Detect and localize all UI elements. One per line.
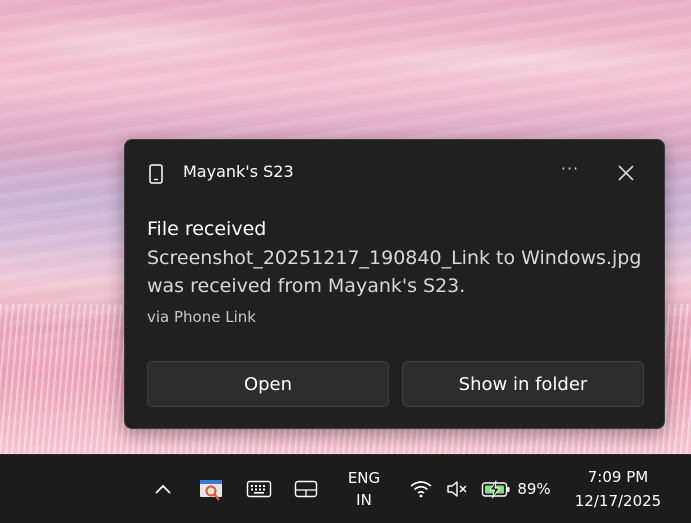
app-icon: [200, 480, 222, 501]
wifi-icon: [410, 481, 432, 498]
clock-date: 12/17/2025: [574, 492, 662, 510]
notification-body: Screenshot_20251217_190840_Link to Windo…: [147, 247, 642, 297]
close-icon[interactable]: [611, 158, 641, 188]
keyboard-icon: [246, 480, 272, 498]
language-code: ENG: [347, 469, 381, 487]
language-region: IN: [356, 491, 372, 509]
device-name: Mayank's S23: [183, 162, 294, 181]
battery-button[interactable]: [480, 476, 512, 502]
chevron-up-icon: [155, 484, 171, 494]
tablet-mode-icon: [294, 480, 318, 498]
show-in-folder-button[interactable]: Show in folder: [402, 361, 644, 407]
taskbar: ENG IN 89% 7:09 PM 12/17/2025: [0, 454, 691, 523]
more-icon: ···: [560, 159, 580, 178]
notification-title: File received: [147, 218, 267, 240]
clock-time: 7:09 PM: [587, 468, 649, 486]
show-hidden-icons-button[interactable]: [150, 477, 176, 501]
file-received-notification[interactable]: Mayank's S23 ··· File received Screensho…: [124, 139, 665, 429]
battery-charging-icon: [481, 480, 510, 499]
phone-icon: [149, 164, 163, 184]
notification-attribution: via Phone Link: [147, 308, 256, 326]
show-in-folder-button-label: Show in folder: [458, 373, 588, 395]
input-language-indicator[interactable]: ENG IN: [336, 467, 392, 511]
network-button[interactable]: [406, 476, 436, 502]
open-button[interactable]: Open: [147, 361, 389, 407]
tray-app-button[interactable]: [196, 475, 226, 505]
volume-button[interactable]: [442, 476, 472, 502]
volume-muted-icon: [447, 481, 467, 497]
tablet-mode-button[interactable]: [292, 477, 320, 501]
open-button-label: Open: [243, 373, 293, 395]
touch-keyboard-button[interactable]: [244, 477, 274, 501]
more-options-button[interactable]: ···: [553, 156, 587, 186]
clock-button[interactable]: 7:09 PM 12/17/2025: [566, 465, 670, 513]
battery-percentage: 89%: [517, 480, 551, 498]
